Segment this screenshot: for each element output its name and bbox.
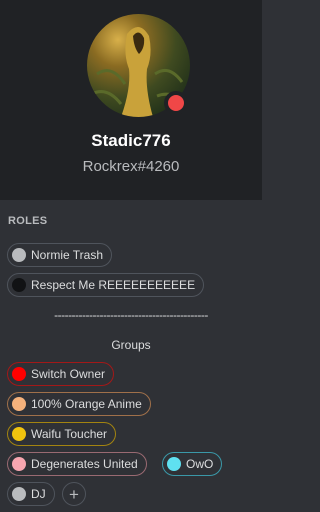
role-pill[interactable]: DJ bbox=[7, 482, 55, 506]
role-color-dot bbox=[12, 278, 26, 292]
role-label: Switch Owner bbox=[31, 367, 106, 381]
role-pill[interactable]: Switch Owner bbox=[7, 362, 115, 386]
plus-icon: + bbox=[69, 484, 79, 504]
role-label: Respect Me REEEEEEEEEEE bbox=[31, 278, 196, 292]
role-pill[interactable]: Respect Me REEEEEEEEEEE bbox=[7, 273, 205, 297]
role-color-dot bbox=[12, 397, 26, 411]
role-label: OwO bbox=[186, 457, 214, 471]
profile-header: Stadic776 Rockrex#4260 bbox=[0, 0, 262, 200]
role-color-dot bbox=[12, 248, 26, 262]
role-divider: ----------------------------------------… bbox=[54, 308, 208, 322]
role-pill[interactable]: 100% Orange Anime bbox=[7, 392, 151, 416]
username: Stadic776 bbox=[91, 131, 171, 150]
avatar-container[interactable] bbox=[87, 14, 190, 117]
add-role-button[interactable]: + bbox=[62, 482, 86, 506]
role-color-dot bbox=[12, 457, 26, 471]
user-tag: Rockrex#4260 bbox=[82, 158, 180, 175]
status-indicator-dnd bbox=[164, 91, 188, 115]
role-color-dot bbox=[12, 367, 26, 381]
role-group-heading: Groups bbox=[111, 338, 151, 352]
role-pill[interactable]: OwO bbox=[162, 452, 223, 476]
role-color-dot bbox=[12, 427, 26, 441]
role-pill[interactable]: Degenerates United bbox=[7, 452, 147, 476]
role-label: Normie Trash bbox=[31, 248, 104, 262]
role-label: 100% Orange Anime bbox=[31, 397, 142, 411]
role-label: Degenerates United bbox=[31, 457, 138, 471]
role-pill[interactable]: Normie Trash bbox=[7, 243, 113, 267]
role-label: Waifu Toucher bbox=[31, 427, 108, 441]
role-label: DJ bbox=[31, 487, 46, 501]
role-color-dot bbox=[167, 457, 181, 471]
role-pill[interactable]: Waifu Toucher bbox=[7, 422, 117, 446]
roles-section-title: ROLES bbox=[8, 215, 48, 227]
role-color-dot bbox=[12, 487, 26, 501]
